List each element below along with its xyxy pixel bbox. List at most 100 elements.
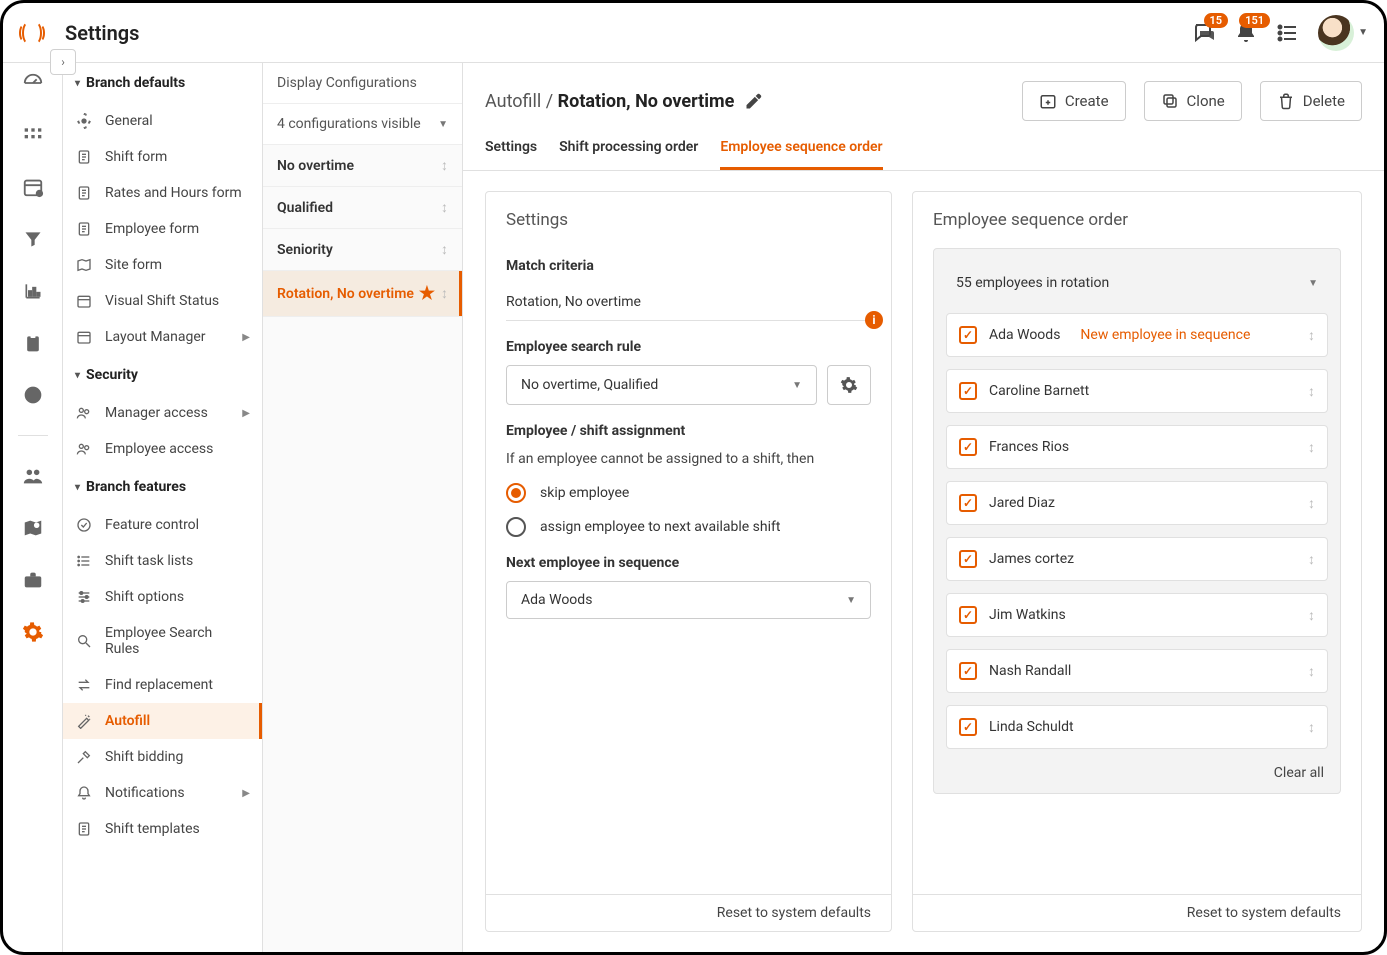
tab-settings[interactable]: Settings bbox=[485, 139, 537, 170]
bell-icon[interactable]: 151 bbox=[1234, 21, 1258, 45]
rail-grid[interactable] bbox=[21, 123, 45, 147]
match-criteria-value: Rotation, No overtime bbox=[506, 284, 871, 321]
config-visible-select[interactable]: 4 configurations visible ▼ bbox=[263, 104, 462, 145]
employee-row[interactable]: ✓Ada WoodsNew employee in sequence↕ bbox=[946, 313, 1328, 357]
assignment-label: Employee / shift assignment bbox=[506, 423, 871, 439]
settings-reset-button[interactable]: Reset to system defaults bbox=[486, 894, 891, 931]
rail-users[interactable] bbox=[21, 464, 45, 488]
nav-item-shift-bidding[interactable]: Shift bidding bbox=[63, 739, 262, 775]
rail-clipboard[interactable] bbox=[21, 331, 45, 355]
config-header: Display Configurations bbox=[263, 63, 462, 104]
employee-row[interactable]: ✓Jared Diaz↕ bbox=[946, 481, 1328, 525]
nav-item-autofill[interactable]: Autofill bbox=[63, 703, 262, 739]
employee-row[interactable]: ✓Nash Randall↕ bbox=[946, 649, 1328, 693]
nav-item-shift-options[interactable]: Shift options bbox=[63, 579, 262, 615]
config-item-seniority[interactable]: Seniority↕ bbox=[263, 229, 462, 271]
create-button[interactable]: Create bbox=[1022, 81, 1126, 121]
clone-button[interactable]: Clone bbox=[1144, 81, 1242, 121]
nav-section-header[interactable]: ▾Branch features bbox=[63, 467, 262, 507]
nav-item-shift-task-lists[interactable]: Shift task lists bbox=[63, 543, 262, 579]
nav-item-general[interactable]: General bbox=[63, 103, 262, 139]
drag-handle-icon[interactable]: ↕ bbox=[1308, 383, 1315, 400]
nav-item-feature-control[interactable]: Feature control bbox=[63, 507, 262, 543]
drag-handle-icon[interactable]: ↕ bbox=[441, 241, 448, 258]
info-icon[interactable]: i bbox=[865, 311, 883, 329]
doc-icon bbox=[75, 185, 93, 201]
search-rule-value: No overtime, Qualified bbox=[521, 377, 658, 393]
drag-handle-icon[interactable]: ↕ bbox=[1308, 551, 1315, 568]
caret-down-icon: ▼ bbox=[1358, 27, 1368, 38]
nav-item-shift-templates[interactable]: Shift templates bbox=[63, 811, 262, 847]
employee-count-select[interactable]: 55 employees in rotation ▼ bbox=[946, 261, 1328, 305]
topbar: Settings 15 151 ▼ bbox=[3, 3, 1384, 63]
checkbox-icon[interactable]: ✓ bbox=[959, 662, 977, 680]
sequence-panel-title: Employee sequence order bbox=[913, 192, 1361, 248]
employee-row[interactable]: ✓Linda Schuldt↕ bbox=[946, 705, 1328, 749]
nav-section-header[interactable]: ▾Security bbox=[63, 355, 262, 395]
rail-settings[interactable] bbox=[21, 620, 45, 644]
checkbox-icon[interactable]: ✓ bbox=[959, 382, 977, 400]
drag-handle-icon[interactable]: ↕ bbox=[441, 285, 448, 302]
nav-item-site-form[interactable]: Site form bbox=[63, 247, 262, 283]
checkbox-icon[interactable]: ✓ bbox=[959, 718, 977, 736]
nav-item-layout-manager[interactable]: Layout Manager▶ bbox=[63, 319, 262, 355]
rail-map[interactable] bbox=[21, 516, 45, 540]
rail-chart[interactable] bbox=[21, 279, 45, 303]
delete-button[interactable]: Delete bbox=[1260, 81, 1362, 121]
copy-icon bbox=[1161, 92, 1179, 110]
user-menu[interactable]: ▼ bbox=[1318, 15, 1368, 51]
drag-handle-icon[interactable]: ↕ bbox=[441, 157, 448, 174]
checkbox-icon[interactable]: ✓ bbox=[959, 494, 977, 512]
rail-briefcase[interactable] bbox=[21, 568, 45, 592]
nav-item-employee-access[interactable]: Employee access bbox=[63, 431, 262, 467]
nav-item-rates-and-hours-form[interactable]: Rates and Hours form bbox=[63, 175, 262, 211]
rail-calendar[interactable] bbox=[21, 175, 45, 199]
nav-section-header[interactable]: ▾Branch defaults bbox=[63, 63, 262, 103]
list-icon[interactable] bbox=[1276, 21, 1300, 45]
drag-handle-icon[interactable]: ↕ bbox=[1308, 327, 1315, 344]
tab-shift-processing-order[interactable]: Shift processing order bbox=[559, 139, 698, 170]
drag-handle-icon[interactable]: ↕ bbox=[1308, 607, 1315, 624]
breadcrumb-parent: Autofill bbox=[485, 91, 541, 112]
drag-handle-icon[interactable]: ↕ bbox=[441, 199, 448, 216]
nav-item-find-replacement[interactable]: Find replacement bbox=[63, 667, 262, 703]
nav-item-manager-access[interactable]: Manager access▶ bbox=[63, 395, 262, 431]
nav-item-visual-shift-status[interactable]: Visual Shift Status bbox=[63, 283, 262, 319]
nav-item-employee-form[interactable]: Employee form bbox=[63, 211, 262, 247]
nav-item-shift-form[interactable]: Shift form bbox=[63, 139, 262, 175]
checkbox-icon[interactable]: ✓ bbox=[959, 550, 977, 568]
rail-dashboard[interactable] bbox=[21, 71, 45, 95]
employee-row[interactable]: ✓James cortez↕ bbox=[946, 537, 1328, 581]
checkbox-icon[interactable]: ✓ bbox=[959, 326, 977, 344]
checkbox-icon[interactable]: ✓ bbox=[959, 606, 977, 624]
drag-handle-icon[interactable]: ↕ bbox=[1308, 719, 1315, 736]
config-item-no-overtime[interactable]: No overtime↕ bbox=[263, 145, 462, 187]
drag-handle-icon[interactable]: ↕ bbox=[1308, 439, 1315, 456]
rail-toggle[interactable]: › bbox=[50, 49, 76, 75]
tab-employee-sequence-order[interactable]: Employee sequence order bbox=[720, 139, 882, 170]
search-rule-select[interactable]: No overtime, Qualified ▼ bbox=[506, 365, 817, 405]
rail-pie[interactable] bbox=[21, 383, 45, 407]
employee-row[interactable]: ✓Jim Watkins↕ bbox=[946, 593, 1328, 637]
rail-filter[interactable] bbox=[21, 227, 45, 251]
drag-handle-icon[interactable]: ↕ bbox=[1308, 663, 1315, 680]
checkbox-icon[interactable]: ✓ bbox=[959, 438, 977, 456]
avatar bbox=[1318, 15, 1354, 51]
next-employee-select[interactable]: Ada Woods ▼ bbox=[506, 581, 871, 619]
config-item-qualified[interactable]: Qualified↕ bbox=[263, 187, 462, 229]
nav-item-notifications[interactable]: Notifications▶ bbox=[63, 775, 262, 811]
radio-assign[interactable]: assign employee to next available shift bbox=[506, 517, 871, 537]
radio-skip[interactable]: skip employee bbox=[506, 483, 871, 503]
drag-handle-icon[interactable]: ↕ bbox=[1308, 495, 1315, 512]
config-item-rotation-no-overtime[interactable]: Rotation, No overtime★↕ bbox=[263, 271, 462, 317]
employee-row[interactable]: ✓Frances Rios↕ bbox=[946, 425, 1328, 469]
edit-icon[interactable] bbox=[744, 91, 764, 111]
chat-icon[interactable]: 15 bbox=[1192, 21, 1216, 45]
assignment-desc: If an employee cannot be assigned to a s… bbox=[506, 451, 871, 467]
sequence-reset-button[interactable]: Reset to system defaults bbox=[913, 894, 1361, 931]
employee-row[interactable]: ✓Caroline Barnett↕ bbox=[946, 369, 1328, 413]
search-rule-settings-button[interactable] bbox=[827, 365, 871, 405]
clear-all-button[interactable]: Clear all bbox=[946, 761, 1328, 781]
bell-badge: 151 bbox=[1239, 13, 1270, 28]
nav-item-employee-search-rules[interactable]: Employee Search Rules bbox=[63, 615, 262, 667]
